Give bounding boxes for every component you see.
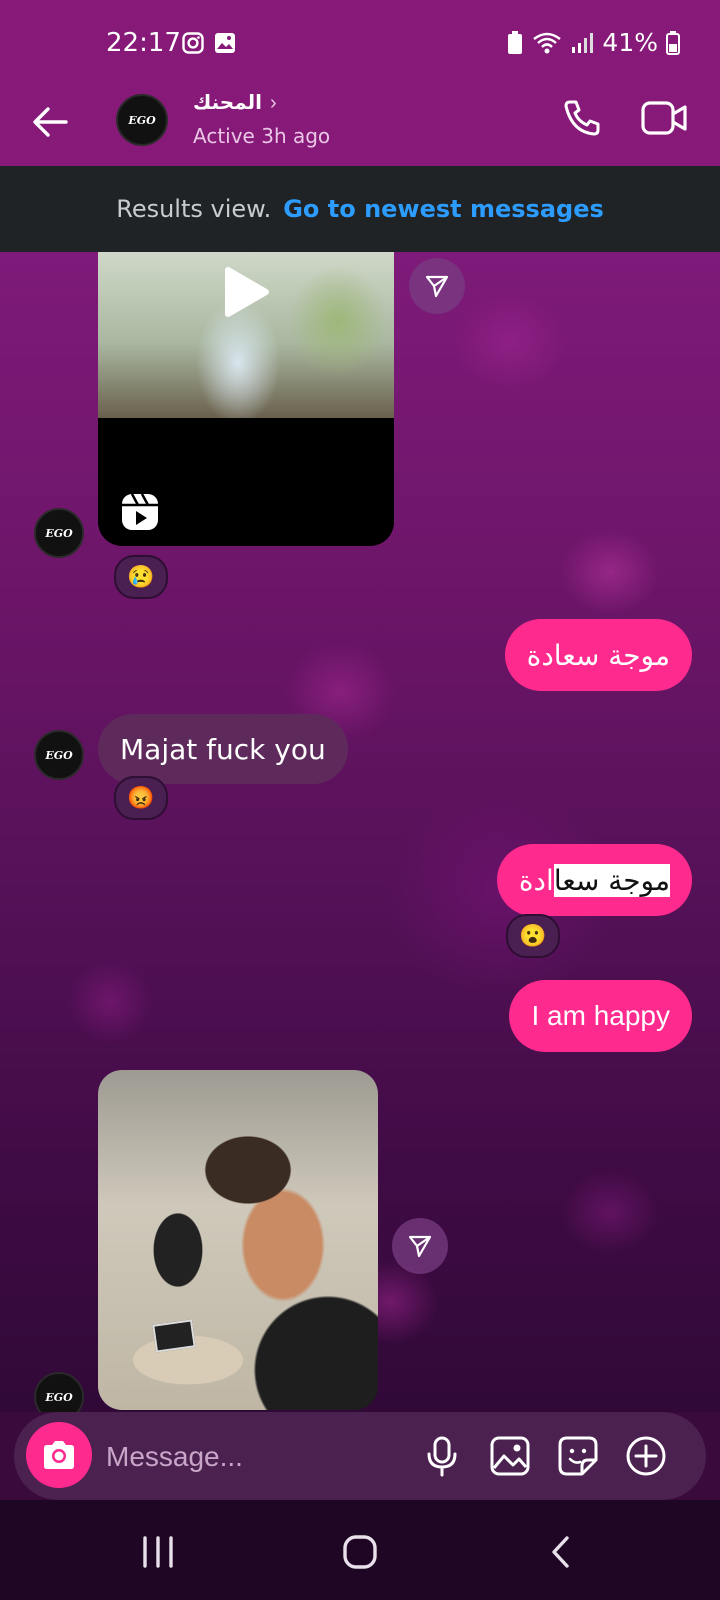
message-text: ادة	[518, 863, 554, 897]
message-text: موجة سعادة	[526, 638, 670, 672]
message-list[interactable]: EGO 😢 موجة سعادة EGO Majat fuck you 😡 مو…	[0, 252, 720, 1412]
reaction-badge[interactable]: 😡	[114, 776, 168, 820]
microphone-icon[interactable]	[420, 1434, 464, 1478]
share-send-icon	[408, 1235, 432, 1258]
avatar-text: EGO	[45, 1390, 73, 1404]
share-send-icon	[425, 275, 449, 298]
outgoing-message[interactable]: I am happy	[509, 980, 692, 1052]
battery-saver-icon	[508, 30, 523, 54]
incoming-message[interactable]: Majat fuck you	[98, 714, 348, 784]
gallery-icon[interactable]	[488, 1434, 532, 1478]
sender-avatar[interactable]: EGO	[34, 508, 84, 558]
phone-icon[interactable]	[560, 96, 604, 140]
share-button[interactable]	[409, 258, 465, 314]
message-text-selected: موجة سعا	[553, 863, 670, 897]
avatar-text: EGO	[45, 526, 73, 540]
battery-icon	[666, 30, 680, 55]
system-nav-bar	[0, 1500, 720, 1600]
back-arrow-icon[interactable]	[28, 100, 72, 144]
go-to-newest-link[interactable]: Go to newest messages	[283, 195, 604, 223]
photo-message[interactable]	[98, 1070, 378, 1410]
image-icon	[215, 33, 235, 53]
reaction-badge[interactable]: 😮	[506, 914, 560, 958]
status-time: 22:17	[106, 28, 181, 58]
photo-content-phone	[152, 1319, 196, 1353]
sticker-icon[interactable]	[556, 1434, 600, 1478]
play-icon[interactable]	[220, 266, 270, 318]
share-button[interactable]	[392, 1218, 448, 1274]
reels-icon	[122, 493, 158, 530]
reel-message[interactable]	[98, 252, 394, 546]
contact-avatar[interactable]: EGO	[116, 94, 168, 146]
message-input[interactable]	[104, 1432, 408, 1482]
sender-avatar[interactable]: EGO	[34, 1372, 84, 1412]
video-camera-icon[interactable]	[640, 98, 688, 138]
recents-icon[interactable]	[136, 1530, 180, 1574]
wifi-icon	[533, 32, 562, 53]
reel-thumbnail	[98, 252, 394, 418]
avatar-text: EGO	[128, 113, 156, 127]
message-composer	[14, 1412, 706, 1500]
signal-icon	[572, 32, 594, 53]
status-left-icons	[182, 32, 236, 54]
contact-name[interactable]: المحنك	[193, 90, 262, 114]
outgoing-message[interactable]: موجة سعادة	[504, 619, 692, 691]
active-status: Active 3h ago	[193, 124, 331, 148]
avatar-text: EGO	[45, 748, 73, 762]
chevron-right-icon[interactable]: ›	[270, 92, 277, 115]
plus-circle-icon[interactable]	[624, 1434, 668, 1478]
results-view-text: Results view.	[116, 195, 272, 223]
camera-button[interactable]	[26, 1422, 92, 1488]
reaction-badge[interactable]: 😢	[114, 555, 168, 599]
back-icon[interactable]	[540, 1530, 584, 1574]
results-view-bar: Results view. Go to newest messages	[0, 166, 720, 252]
home-icon[interactable]	[338, 1530, 382, 1574]
battery-percent: 41%	[602, 28, 658, 57]
status-right: 41%	[506, 28, 680, 57]
message-text: Majat fuck you	[120, 732, 326, 766]
message-text: I am happy	[531, 1000, 670, 1031]
outgoing-message[interactable]: موجة سعا ادة	[496, 844, 692, 916]
instagram-icon	[182, 32, 204, 54]
camera-icon	[44, 1441, 74, 1469]
chat-header: EGO المحنك › Active 3h ago	[0, 88, 720, 166]
sender-avatar[interactable]: EGO	[34, 730, 84, 780]
status-bar: 22:17 41%	[0, 0, 720, 88]
